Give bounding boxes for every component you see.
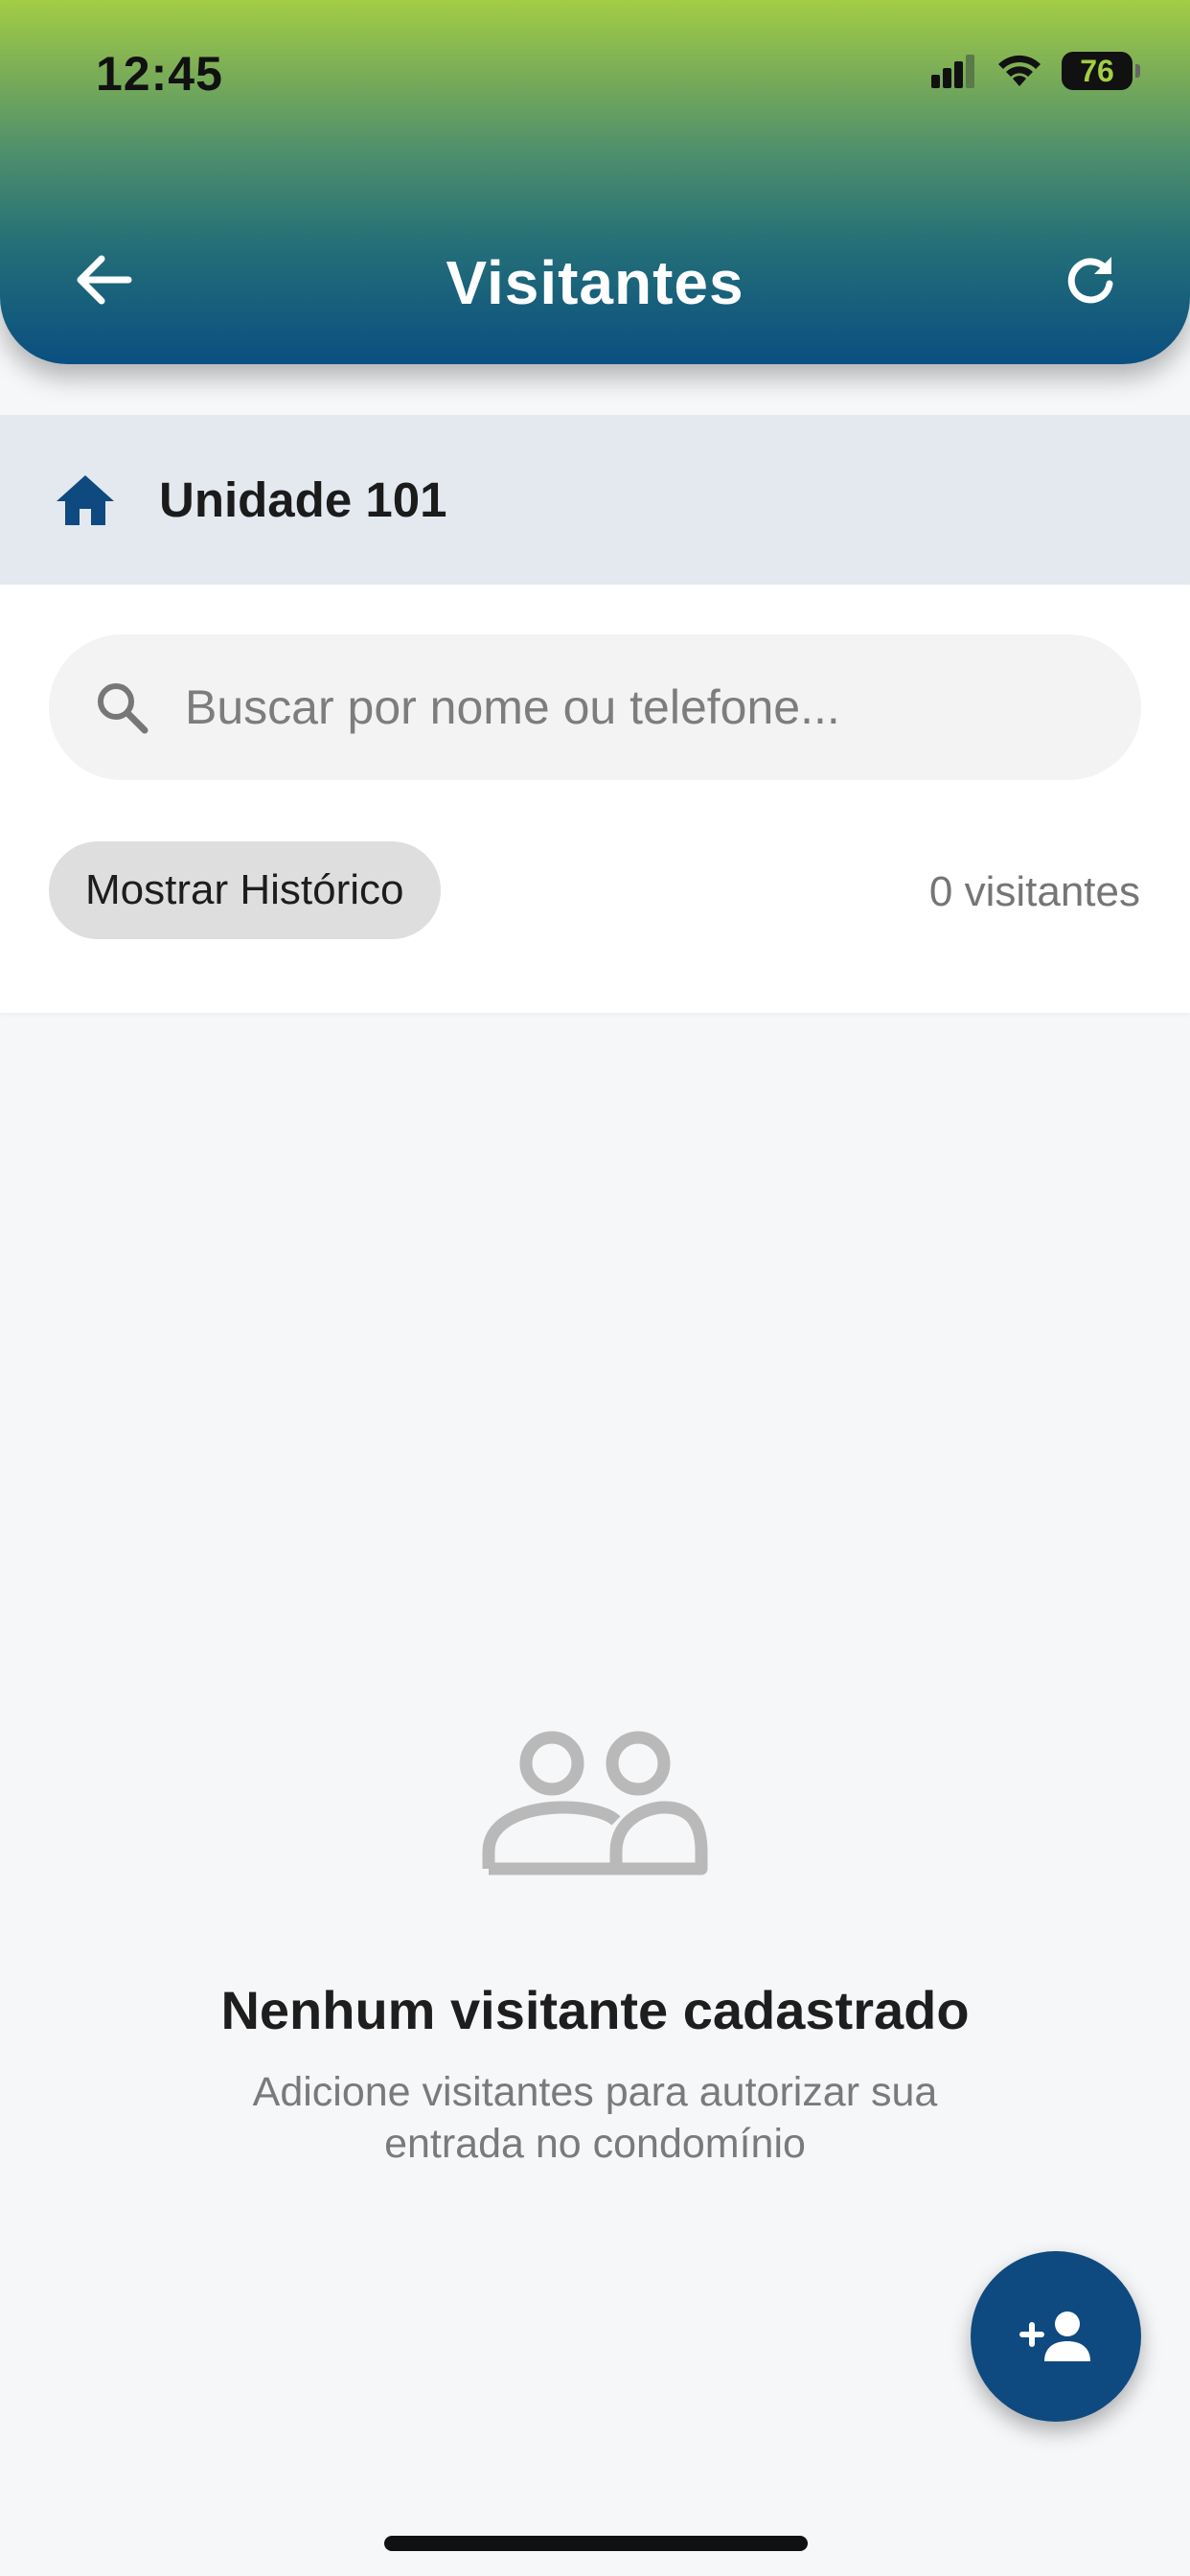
battery-level: 76 (1080, 53, 1114, 88)
home-icon (54, 472, 117, 529)
refresh-button[interactable] (1052, 242, 1129, 318)
unit-bar: Unidade 101 (0, 415, 1190, 585)
empty-title: Nenhum visitante cadastrado (220, 1980, 970, 2040)
home-indicator (384, 2536, 808, 2551)
page-title: Visitantes (446, 248, 744, 317)
wifi-icon (998, 55, 1041, 86)
filter-panel: Mostrar Histórico 0 visitantes (0, 585, 1190, 1013)
people-icon (482, 1731, 708, 1875)
add-visitor-button[interactable] (971, 2251, 1141, 2422)
status-time: 12:45 (96, 47, 223, 101)
search-input[interactable] (185, 679, 1066, 735)
show-history-button[interactable]: Mostrar Histórico (49, 841, 441, 939)
unit-label: Unidade 101 (159, 472, 447, 527)
battery-icon: 76 (1062, 52, 1140, 90)
search-bar[interactable] (49, 634, 1141, 780)
app-header: 12:45 76 Visitantes (0, 0, 1190, 364)
visitor-count: 0 visitantes (928, 868, 1140, 915)
status-icons: 76 (929, 52, 1140, 90)
empty-subtitle: Adicione visitantes para autorizar sua e… (252, 2069, 938, 2167)
add-person-icon (1019, 2312, 1090, 2361)
empty-state: Nenhum visitante cadastrado Adicione vis… (0, 1725, 1190, 2170)
cellular-signal-icon (931, 55, 974, 88)
search-icon (91, 677, 152, 738)
refresh-icon (1067, 257, 1113, 304)
visitors-screen: 12:45 76 Visitantes Unidade 101 Buscar p… (0, 0, 1190, 2576)
